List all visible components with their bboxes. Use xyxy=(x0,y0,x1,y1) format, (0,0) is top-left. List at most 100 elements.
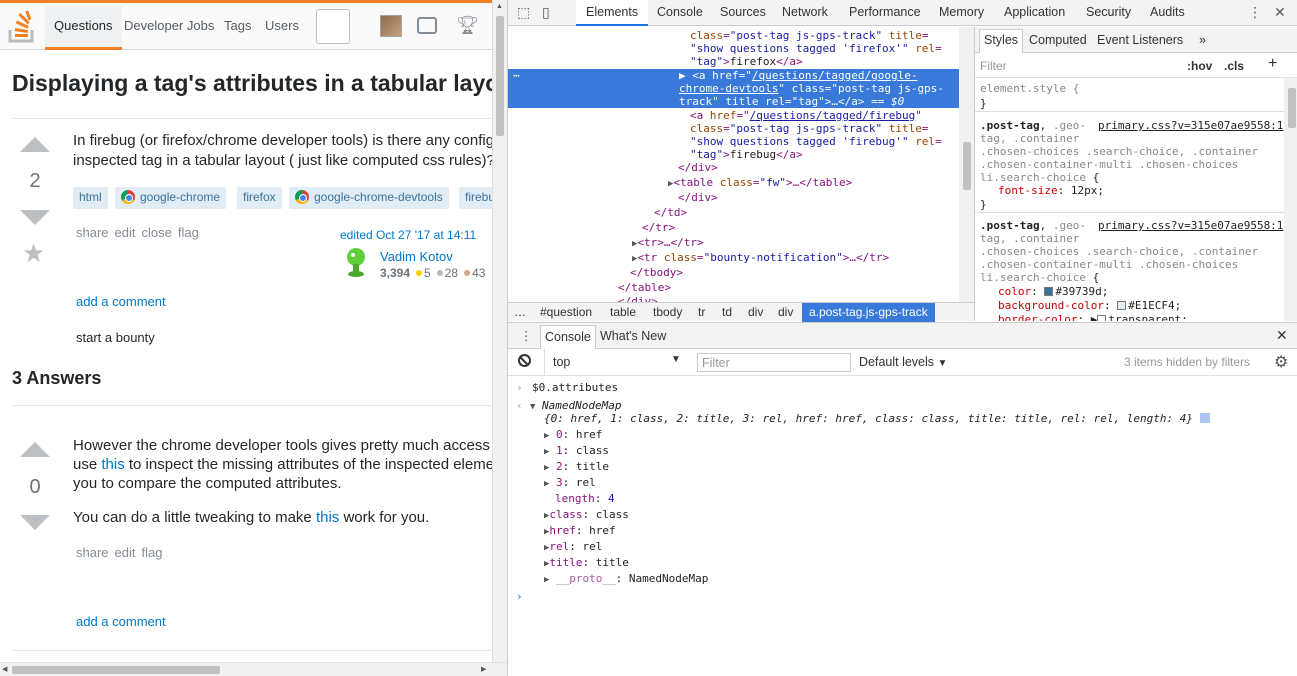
drawer-menu-icon[interactable]: ⋮ xyxy=(520,328,533,343)
favorite-star-icon[interactable]: ★ xyxy=(22,238,45,269)
tab-memory[interactable]: Memory xyxy=(939,5,984,19)
styles-filter-input[interactable]: Filter xyxy=(980,59,1007,73)
dom-line[interactable]: ▶ <a href="/questions/tagged/google- xyxy=(679,69,918,83)
more-menu-icon[interactable]: ⋮ xyxy=(1248,4,1264,20)
downvote-arrow-icon[interactable] xyxy=(20,515,50,530)
breadcrumb-item[interactable]: tr xyxy=(698,305,705,319)
drawer-tab-whats-new[interactable]: What's New xyxy=(600,329,666,343)
elements-scrollbar[interactable] xyxy=(959,27,974,302)
close-drawer-icon[interactable]: ✕ xyxy=(1276,327,1288,344)
attribute-entry[interactable]: ▶class: class xyxy=(544,508,629,521)
flag-link[interactable]: flag xyxy=(142,545,163,560)
scrollbar-thumb[interactable] xyxy=(963,142,971,190)
add-comment-link[interactable]: add a comment xyxy=(76,294,166,309)
console-settings-gear-icon[interactable]: ⚙ xyxy=(1274,352,1288,372)
clear-console-icon[interactable] xyxy=(518,354,531,367)
stackoverflow-logo-icon[interactable] xyxy=(8,11,36,43)
more-tabs-icon[interactable]: » xyxy=(1199,33,1206,47)
breadcrumb-item[interactable]: div xyxy=(748,305,763,319)
attr-link[interactable]: /questions/tagged/google- xyxy=(752,69,918,82)
tag-html[interactable]: html xyxy=(73,187,108,209)
proto-entry[interactable]: ▶ __proto__: NamedNodeMap xyxy=(544,572,708,585)
share-link[interactable]: share xyxy=(76,545,109,560)
inbox-icon[interactable] xyxy=(417,17,437,34)
dom-line[interactable]: </tr> xyxy=(642,221,675,235)
dom-line[interactable]: "tag">firebug</a> xyxy=(690,148,803,162)
selected-dom-node[interactable]: ⋯ ▶ <a href="/questions/tagged/google- c… xyxy=(508,69,959,108)
dom-line[interactable]: ▶<tr class="bounty-notification">…</tr> xyxy=(632,251,889,266)
tab-styles[interactable]: Styles xyxy=(979,29,1024,53)
dom-line[interactable]: </div> xyxy=(678,161,718,175)
style-declaration[interactable]: border-color: ▶ transparent; xyxy=(998,313,1188,321)
breadcrumb-item[interactable]: table xyxy=(610,305,636,319)
hover-state-toggle[interactable]: :hov xyxy=(1187,59,1212,73)
scroll-up-arrow-icon[interactable]: ▲ xyxy=(496,3,503,10)
dom-line[interactable]: track" title rel="tag">…</a> == $0 xyxy=(679,95,904,109)
dom-line[interactable]: </table> xyxy=(618,281,671,295)
attribute-entry[interactable]: ▶ 0: href xyxy=(544,428,602,441)
close-devtools-icon[interactable]: ✕ xyxy=(1274,4,1290,20)
dom-line[interactable]: </tbody> xyxy=(630,266,683,280)
add-rule-icon[interactable]: + xyxy=(1268,55,1277,73)
class-toggle[interactable]: .cls xyxy=(1224,59,1244,73)
tab-sources[interactable]: Sources xyxy=(720,5,766,19)
console-output[interactable]: › $0.attributes ‹ ▼ NamedNodeMap {0: hre… xyxy=(508,377,1297,676)
flag-link[interactable]: flag xyxy=(178,225,199,240)
inspect-element-icon[interactable]: ⬚ xyxy=(517,4,533,20)
ellipsis-icon[interactable]: ⋯ xyxy=(513,69,520,83)
element-style-rule[interactable]: element.style { xyxy=(980,82,1079,95)
scrollbar-thumb[interactable] xyxy=(496,16,504,136)
attribute-entry[interactable]: ▶ 2: title xyxy=(544,460,609,473)
attr-link[interactable]: /questions/tagged/firebug xyxy=(750,109,916,122)
console-filter-input[interactable]: Filter xyxy=(697,353,851,372)
share-link[interactable]: share xyxy=(76,225,109,240)
scroll-left-arrow-icon[interactable]: ◀ xyxy=(2,665,7,673)
tab-event-listeners[interactable]: Event Listeners xyxy=(1097,33,1183,47)
console-input-echo[interactable]: $0.attributes xyxy=(532,381,618,394)
info-icon[interactable] xyxy=(1199,413,1210,423)
tab-audits[interactable]: Audits xyxy=(1150,5,1185,19)
dom-line[interactable]: "show questions tagged 'firebug'" rel= xyxy=(690,135,942,149)
attribute-entry[interactable]: ▶ 1: class xyxy=(544,444,609,457)
tab-application[interactable]: Application xyxy=(1004,5,1065,19)
tag-firefox[interactable]: firefox xyxy=(237,187,282,209)
answer-inline-link[interactable]: this xyxy=(101,456,124,473)
close-link[interactable]: close xyxy=(142,225,172,240)
nav-tags[interactable]: Tags xyxy=(224,18,251,33)
dom-line[interactable]: class="post-tag js-gps-track" title= xyxy=(690,29,928,43)
source-link[interactable]: primary.css?v=315e07ae9558:1 xyxy=(1098,119,1283,132)
attribute-entry[interactable]: ▶title: title xyxy=(544,556,629,569)
page-vertical-scrollbar[interactable]: ▲ xyxy=(492,0,507,662)
search-box[interactable] xyxy=(316,9,350,44)
breadcrumb-item[interactable]: div xyxy=(778,305,793,319)
nav-questions[interactable]: Questions xyxy=(45,6,122,50)
dom-line[interactable]: ▶<tr>…</tr> xyxy=(632,236,704,251)
styles-scrollbar[interactable] xyxy=(1284,78,1297,321)
edited-timestamp[interactable]: edited Oct 27 '17 at 14:11 xyxy=(340,228,476,242)
style-source-link[interactable]: primary.css?v=315e07ae9558:1 xyxy=(1098,119,1283,132)
user-name-link[interactable]: Vadim Kotov xyxy=(380,249,453,264)
source-link[interactable]: primary.css?v=315e07ae9558:1 xyxy=(1098,219,1283,232)
user-avatar[interactable] xyxy=(380,15,402,37)
style-source-link[interactable]: primary.css?v=315e07ae9558:1 xyxy=(1098,219,1283,232)
answer-inline-link[interactable]: this xyxy=(316,509,339,526)
attr-link[interactable]: chrome-devtools xyxy=(679,82,778,95)
tab-performance[interactable]: Performance xyxy=(849,5,921,19)
elements-dom-tree[interactable]: class="post-tag js-gps-track" title= "sh… xyxy=(508,27,974,302)
attribute-entry[interactable]: ▶rel: rel xyxy=(544,540,602,553)
edit-link[interactable]: edit xyxy=(115,225,136,240)
dom-line[interactable]: chrome-devtools" class="post-tag js-gps- xyxy=(679,82,944,96)
tag-google-chrome[interactable]: google-chrome xyxy=(115,187,227,209)
nav-users[interactable]: Users xyxy=(265,18,299,33)
upvote-arrow-icon[interactable] xyxy=(20,442,50,457)
breadcrumb-item-selected[interactable]: a.post-tag.js-gps-track xyxy=(802,303,935,322)
drawer-tab-console[interactable]: Console xyxy=(540,325,596,349)
style-line[interactable]: .post-tag, .geo- xyxy=(980,119,1086,132)
named-node-map-header[interactable]: ▼ NamedNodeMap xyxy=(530,399,622,412)
device-toolbar-icon[interactable]: ▯ xyxy=(542,4,558,20)
dom-line[interactable]: ▶<table class="fw">…</table> xyxy=(668,176,852,191)
attribute-entry[interactable]: ▶ 3: rel xyxy=(544,476,596,489)
trophy-icon[interactable]: 🏆︎ xyxy=(456,15,479,36)
color-swatch[interactable] xyxy=(1097,315,1107,321)
breadcrumb-item[interactable]: td xyxy=(722,305,732,319)
